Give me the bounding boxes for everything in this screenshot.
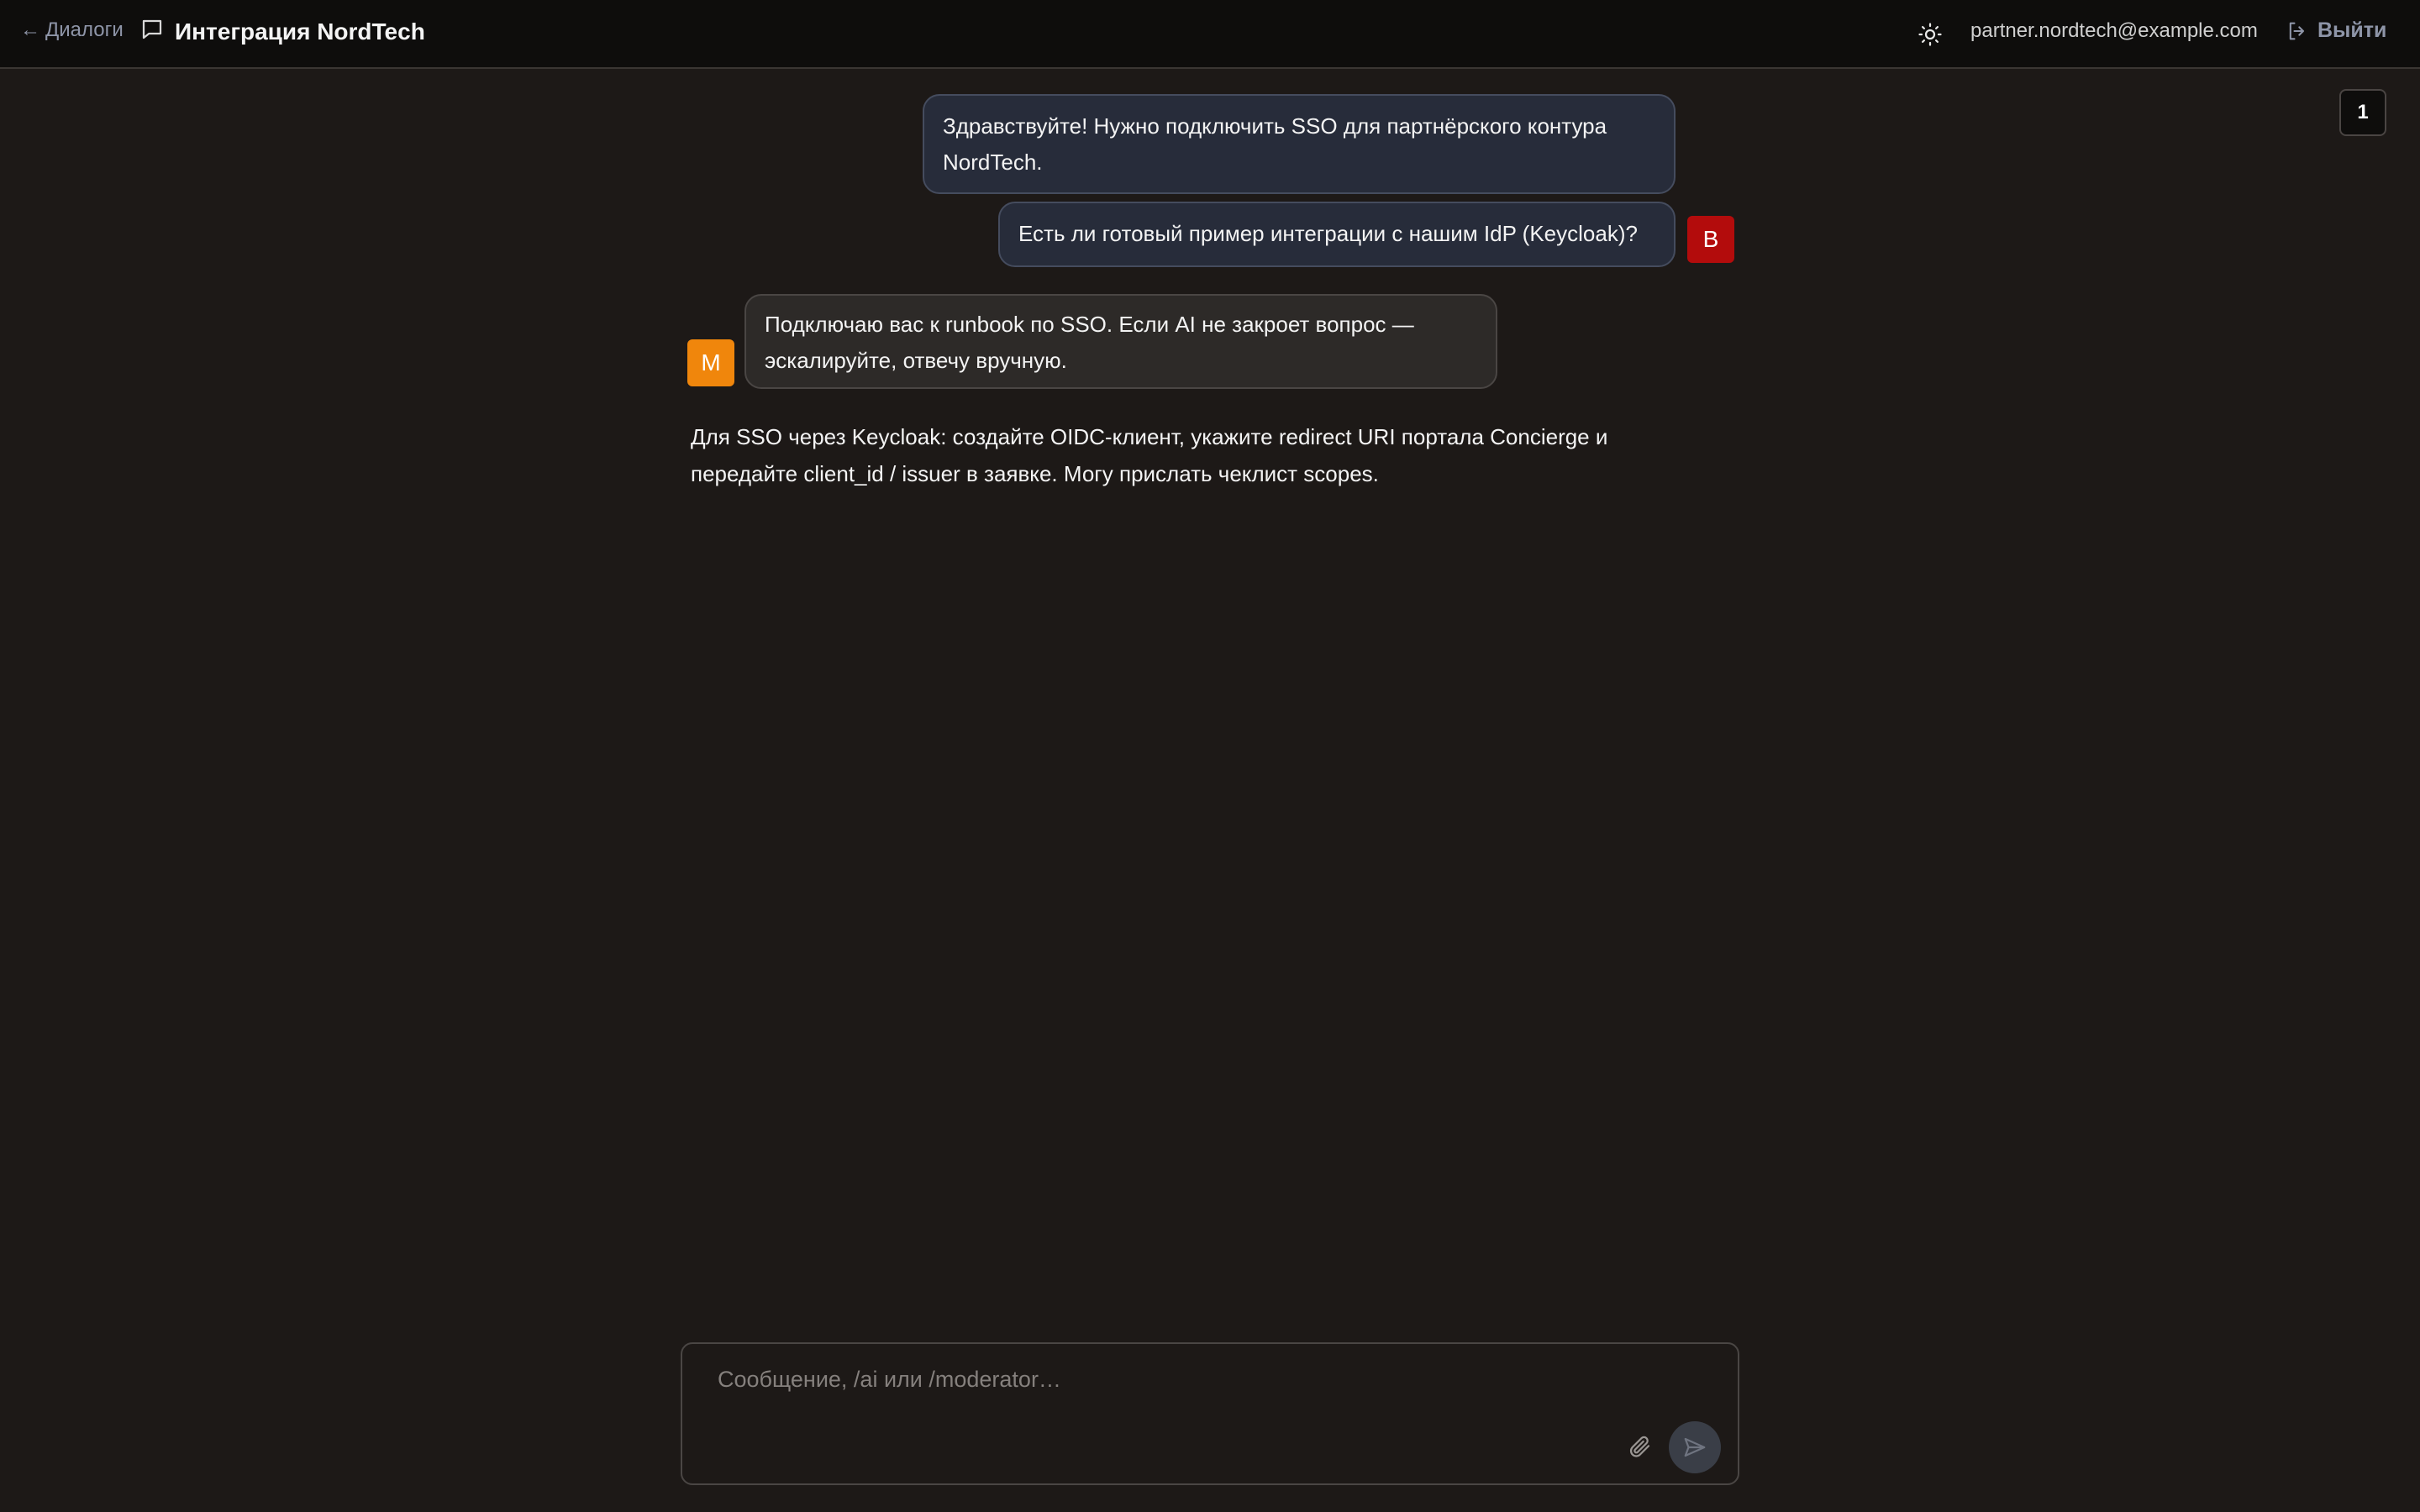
chat-header: Интеграция NordTech (139, 17, 425, 46)
user-avatar: B (1687, 216, 1734, 263)
message-composer (681, 1342, 1739, 1485)
chat-title: Интеграция NordTech (175, 18, 425, 45)
moderator-message-bubble: Подключаю вас к runbook по SSO. Если AI … (744, 294, 1497, 389)
top-bar: ← Диалоги Интеграция NordTech partner.no… (0, 0, 2420, 69)
back-arrow-icon: ← (20, 18, 40, 41)
attach-button[interactable] (1623, 1430, 1657, 1463)
theme-toggle-button[interactable] (1916, 20, 1944, 49)
logout-icon (2289, 22, 2305, 39)
send-button[interactable] (1669, 1421, 1721, 1473)
sun-icon (1918, 23, 1942, 46)
user-message-bubble: Здравствуйте! Нужно подключить SSO для п… (923, 94, 1676, 194)
user-message-bubble: Есть ли готовый пример интеграции с наши… (998, 202, 1676, 267)
ai-message: Для SSO через Keycloak: создайте OIDC-кл… (691, 424, 1608, 486)
logout-button[interactable]: Выйти (2286, 18, 2386, 43)
user-email: partner.nordtech@example.com (1970, 19, 2258, 42)
chat-bubble-icon (139, 17, 165, 46)
send-icon (1684, 1437, 1706, 1457)
back-to-dialogs-link[interactable]: ← Диалоги (20, 18, 124, 42)
logout-label: Выйти (2317, 18, 2387, 42)
message-input[interactable] (716, 1366, 1644, 1394)
back-link-label: Диалоги (45, 18, 124, 41)
moderator-avatar: M (687, 339, 734, 386)
paperclip-icon (1629, 1436, 1650, 1457)
page-badge[interactable]: 1 (2339, 89, 2386, 136)
